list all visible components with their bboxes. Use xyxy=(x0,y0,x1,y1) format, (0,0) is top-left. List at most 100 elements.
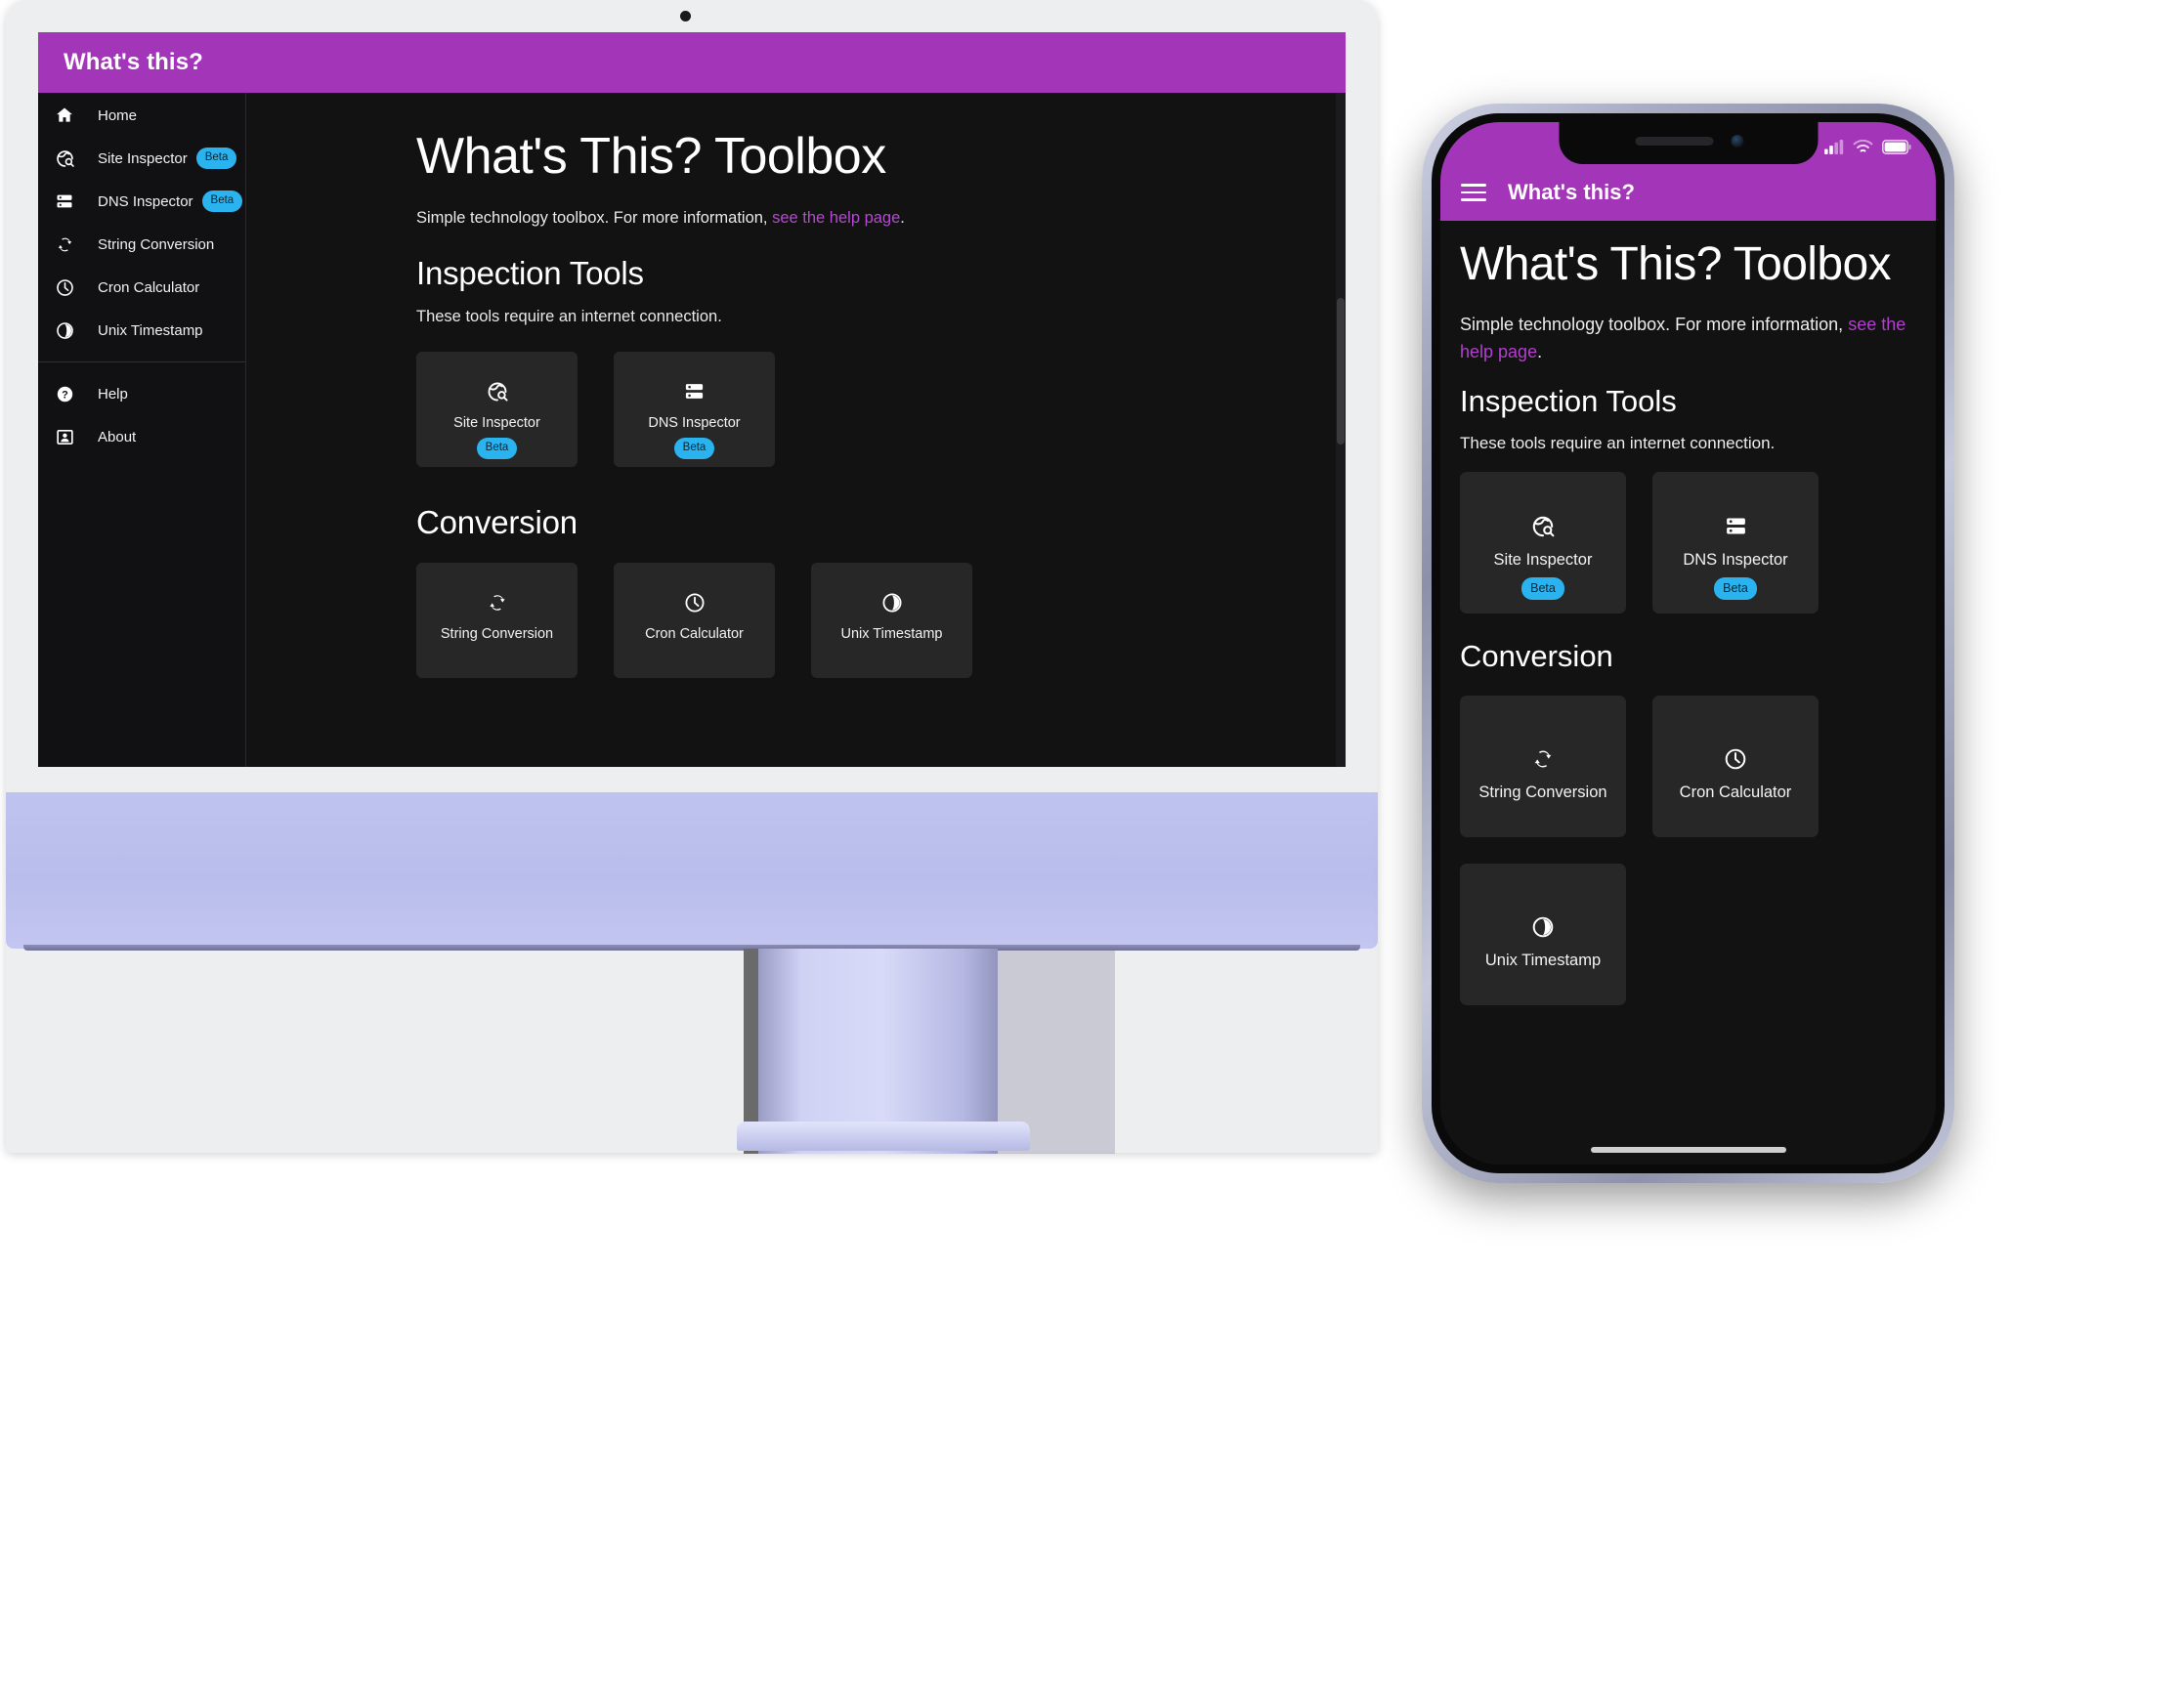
tool-card-string-conversion[interactable]: String Conversion xyxy=(416,562,578,678)
phone-notch xyxy=(1559,122,1818,164)
site-inspector-icon xyxy=(1530,514,1556,539)
desktop-device-mockup: What's this? Home Site Inspector Beta DN… xyxy=(6,0,1378,1154)
help-circle-icon: ? xyxy=(52,381,77,406)
clock-icon xyxy=(1723,746,1748,772)
phone-home-indicator[interactable] xyxy=(1590,1147,1786,1153)
section-note-inspection-tools: These tools require an internet connecti… xyxy=(1460,433,1776,452)
sidebar-item-unix-timestamp[interactable]: Unix Timestamp xyxy=(38,309,245,352)
string-conversion-icon xyxy=(486,591,509,614)
card-grid-conversion: String Conversion Cron Calculator Unix T… xyxy=(1460,695,1916,1005)
unix-timestamp-icon xyxy=(1530,914,1556,940)
phone-app-bar: What's this? xyxy=(1440,164,1936,221)
sidebar-secondary-group: ? Help About xyxy=(38,372,245,458)
tool-card-unix-timestamp[interactable]: Unix Timestamp xyxy=(1460,863,1626,1005)
tool-card-cron-calculator[interactable]: Cron Calculator xyxy=(614,562,775,678)
sidebar-item-cron-calculator[interactable]: Cron Calculator xyxy=(38,266,245,309)
hamburger-menu-icon[interactable] xyxy=(1461,184,1486,201)
sidebar-item-label: Unix Timestamp xyxy=(98,321,203,339)
screenshot-stage: What's this? Home Site Inspector Beta DN… xyxy=(0,0,2184,1694)
sidebar-item-site-inspector[interactable]: Site Inspector Beta xyxy=(38,137,245,180)
page-lead-prefix: Simple technology toolbox. For more info… xyxy=(1460,314,1849,334)
page-lead-prefix: Simple technology toolbox. For more info… xyxy=(416,209,773,228)
tool-card-label: DNS Inspector xyxy=(1683,550,1788,569)
page-lead: Simple technology toolbox. For more info… xyxy=(1460,312,1916,366)
front-camera-icon xyxy=(1731,135,1743,148)
desktop-body: Home Site Inspector Beta DNS Inspector B… xyxy=(38,93,1346,767)
site-inspector-icon xyxy=(52,146,77,171)
webcam-icon xyxy=(680,11,691,21)
svg-text:?: ? xyxy=(62,389,68,401)
dns-inspector-icon xyxy=(52,189,77,214)
sidebar-item-label: Home xyxy=(98,106,138,124)
phone-frame: What's this? What's This? Toolbox Simple… xyxy=(1422,104,1954,1183)
tool-card-dns-inspector[interactable]: DNS Inspector Beta xyxy=(614,351,775,467)
sidebar-divider xyxy=(38,361,245,362)
status-badge: Beta xyxy=(201,190,243,213)
battery-icon xyxy=(1882,139,1911,159)
earpiece-speaker-icon xyxy=(1635,137,1713,146)
help-page-link[interactable]: see the help page xyxy=(772,209,900,227)
status-badge: Beta xyxy=(476,437,518,460)
card-grid-inspection-tools: Site Inspector Beta DNS Inspector Beta xyxy=(416,351,1316,467)
tool-card-label: Site Inspector xyxy=(1493,550,1593,569)
tool-card-label: Site Inspector xyxy=(453,414,540,431)
section-heading-inspection-tools: Inspection Tools xyxy=(1460,383,1677,418)
string-conversion-icon xyxy=(52,232,77,257)
page-lead-suffix: . xyxy=(900,209,905,228)
sidebar-item-help[interactable]: ? Help xyxy=(38,372,245,415)
wifi-icon xyxy=(1853,139,1873,159)
phone-device-mockup: What's this? What's This? Toolbox Simple… xyxy=(1422,104,1954,1183)
sidebar-item-dns-inspector[interactable]: DNS Inspector Beta xyxy=(38,180,245,223)
tool-card-label: String Conversion xyxy=(440,625,554,642)
scrollbar-thumb[interactable] xyxy=(1337,298,1345,445)
card-grid-inspection-tools: Site Inspector Beta DNS Inspector Beta xyxy=(1460,471,1916,614)
desktop-main-content: What's This? Toolbox Simple technology t… xyxy=(246,93,1346,767)
tool-card-label: Cron Calculator xyxy=(645,625,744,642)
tool-card-label: DNS Inspector xyxy=(648,414,741,431)
tool-card-dns-inspector[interactable]: DNS Inspector Beta xyxy=(1652,471,1819,614)
dns-inspector-icon xyxy=(1724,514,1748,539)
monitor-stand-base xyxy=(737,1122,1030,1151)
sidebar-item-label: Site Inspector xyxy=(98,149,188,167)
page-title: What's This? Toolbox xyxy=(416,128,886,185)
phone-body: What's this? What's This? Toolbox Simple… xyxy=(1432,113,1945,1173)
vertical-scrollbar[interactable] xyxy=(1336,93,1346,767)
tool-card-site-inspector[interactable]: Site Inspector Beta xyxy=(416,351,578,467)
sidebar-primary-group: Home Site Inspector Beta DNS Inspector B… xyxy=(38,94,245,352)
phone-app-title: What's this? xyxy=(1508,180,1635,204)
phone-screen: What's this? What's This? Toolbox Simple… xyxy=(1440,122,1936,1165)
monitor-chin-edge xyxy=(23,945,1360,951)
status-badge: Beta xyxy=(1521,576,1564,600)
sidebar-item-label: DNS Inspector xyxy=(98,192,193,210)
desktop-screen: What's this? Home Site Inspector Beta DN… xyxy=(38,32,1346,767)
sidebar-item-label: Help xyxy=(98,385,128,402)
monitor-chin xyxy=(6,792,1378,949)
tool-card-cron-calculator[interactable]: Cron Calculator xyxy=(1652,695,1819,837)
desktop-app-bar: What's this? xyxy=(38,32,1346,93)
sidebar-item-label: String Conversion xyxy=(98,235,215,253)
unix-timestamp-icon xyxy=(880,591,904,614)
sidebar: Home Site Inspector Beta DNS Inspector B… xyxy=(38,93,246,767)
section-note-inspection-tools: These tools require an internet connecti… xyxy=(416,307,722,325)
section-heading-conversion: Conversion xyxy=(416,503,578,540)
tool-card-label: Unix Timestamp xyxy=(1484,951,1602,969)
sidebar-item-label: About xyxy=(98,428,137,445)
dns-inspector-icon xyxy=(683,380,706,403)
unix-timestamp-icon xyxy=(52,318,77,343)
desktop-app-title: What's this? xyxy=(64,49,203,75)
tool-card-site-inspector[interactable]: Site Inspector Beta xyxy=(1460,471,1626,614)
tool-card-label: Unix Timestamp xyxy=(840,625,943,642)
phone-main-content: What's This? Toolbox Simple technology t… xyxy=(1440,221,1936,1165)
sidebar-item-about[interactable]: About xyxy=(38,415,245,458)
site-inspector-icon xyxy=(486,380,509,403)
section-heading-inspection-tools: Inspection Tools xyxy=(416,254,644,291)
cellular-signal-icon xyxy=(1824,139,1844,159)
sidebar-item-home[interactable]: Home xyxy=(38,94,245,137)
tool-card-string-conversion[interactable]: String Conversion xyxy=(1460,695,1626,837)
tool-card-unix-timestamp[interactable]: Unix Timestamp xyxy=(811,562,972,678)
card-grid-conversion: String Conversion Cron Calculator Unix T… xyxy=(416,562,1316,678)
sidebar-item-string-conversion[interactable]: String Conversion xyxy=(38,223,245,266)
status-badge: Beta xyxy=(673,437,715,460)
tool-card-label: Cron Calculator xyxy=(1679,783,1792,801)
about-person-icon xyxy=(52,424,77,449)
